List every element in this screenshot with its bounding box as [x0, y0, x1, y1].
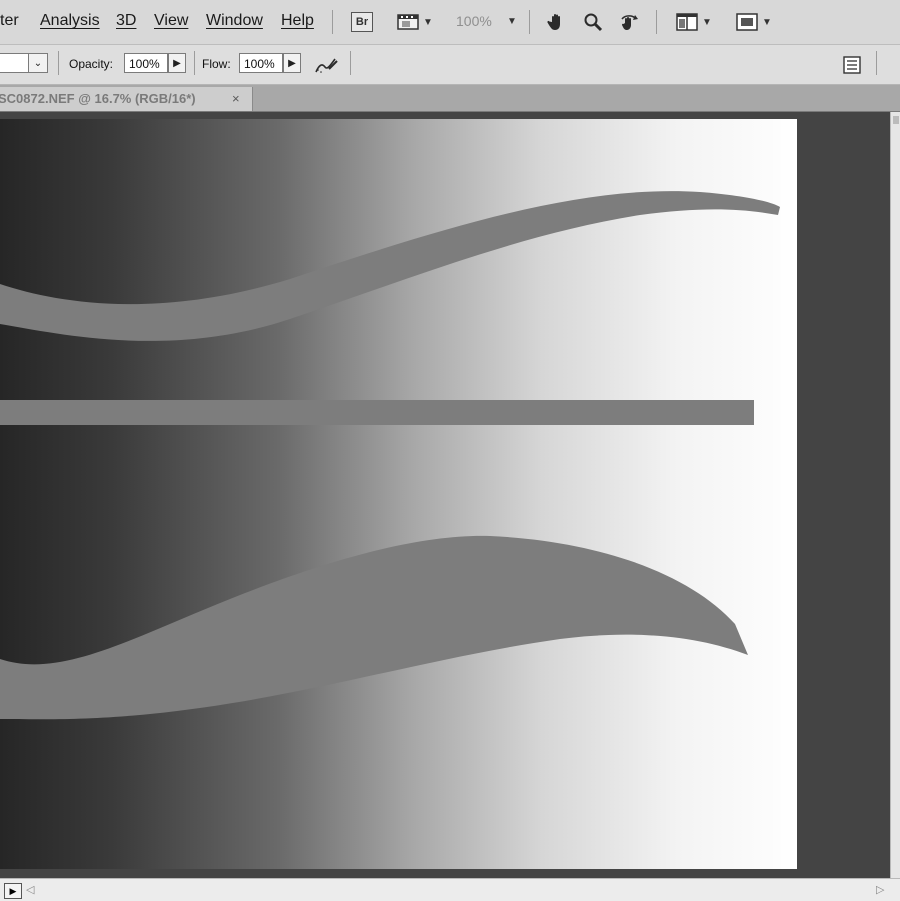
screen-mode-icon [736, 13, 758, 31]
hand-icon [547, 14, 560, 30]
screen-mode-button[interactable]: ▼ [732, 10, 776, 34]
triangle-right-icon: ▶ [9, 885, 17, 896]
chevron-down-icon: ▼ [702, 16, 712, 28]
rotate-view-button[interactable] [618, 10, 640, 34]
toolbar-separator [529, 10, 530, 34]
menu-bar: ter Analysis 3D View Window Help Br ▼ 10… [0, 0, 900, 45]
scroll-left-arrow[interactable]: ◁ [26, 883, 34, 896]
view-extras-button[interactable]: ▼ [394, 10, 436, 34]
menu-filter[interactable]: ter [0, 12, 19, 30]
horizontal-scrollbar[interactable]: ▶ ◁ ▷ [0, 878, 900, 901]
gradient-background [0, 119, 797, 869]
menu-3d[interactable]: 3D [116, 12, 136, 30]
document-tab-bar: SC0872.NEF @ 16.7% (RGB/16*) × [0, 85, 900, 112]
scroll-right-arrow[interactable]: ▷ [876, 883, 884, 896]
scroll-up-arrow[interactable] [893, 116, 899, 124]
options-separator [194, 51, 195, 75]
rotate-hand-icon [621, 15, 638, 30]
options-separator [876, 51, 877, 75]
workspace [0, 112, 890, 878]
options-separator [350, 51, 351, 75]
document-canvas[interactable] [0, 119, 797, 869]
menu-window[interactable]: Window [206, 12, 263, 30]
chevron-down-icon: ⌄ [33, 57, 43, 69]
menu-view[interactable]: View [154, 12, 188, 30]
opacity-label: Opacity: [69, 57, 114, 71]
film-strip-icon [397, 14, 419, 30]
chevron-down-icon: ▼ [423, 16, 433, 28]
toolbar-separator [332, 10, 333, 34]
brush-panel-button[interactable] [840, 53, 864, 77]
hand-tool-button[interactable] [546, 10, 568, 34]
chevron-down-icon: ▼ [762, 16, 772, 28]
options-bar: ⌄ Opacity: 100% ▶ Flow: 100% ▶ [0, 45, 900, 85]
document-title: SC0872.NEF @ 16.7% (RGB/16*) [0, 91, 196, 106]
flow-slider-button[interactable]: ▶ [283, 53, 301, 73]
arrange-documents-button[interactable]: ▼ [672, 10, 716, 34]
status-menu-button[interactable]: ▶ [4, 883, 22, 899]
triangle-right-icon: ▶ [173, 57, 181, 69]
magnifier-icon [584, 13, 603, 32]
mode-dropdown-button[interactable]: ⌄ [28, 53, 48, 73]
flow-field[interactable]: 100% [239, 53, 283, 73]
arrange-layout-icon [676, 13, 698, 31]
bridge-icon: Br [351, 12, 373, 32]
triangle-right-icon: ▶ [288, 57, 296, 69]
close-icon[interactable]: × [232, 87, 240, 111]
mode-select[interactable] [0, 53, 30, 73]
opacity-slider-button[interactable]: ▶ [168, 53, 186, 73]
chevron-down-icon[interactable]: ▼ [507, 16, 517, 27]
flow-label: Flow: [202, 57, 231, 71]
launch-bridge-button[interactable]: Br [350, 10, 374, 34]
options-separator [58, 51, 59, 75]
airbrush-toggle-button[interactable] [312, 53, 340, 77]
zoom-tool-button[interactable] [582, 10, 604, 34]
vertical-scrollbar[interactable] [890, 112, 900, 878]
menu-analysis[interactable]: Analysis [40, 12, 100, 30]
zoom-level[interactable]: 100% [456, 13, 492, 29]
airbrush-icon [315, 58, 338, 73]
menu-help[interactable]: Help [281, 12, 314, 30]
document-tab[interactable]: SC0872.NEF @ 16.7% (RGB/16*) × [0, 87, 253, 111]
panel-list-icon [843, 56, 861, 74]
opacity-field[interactable]: 100% [124, 53, 168, 73]
brush-stroke-straight [0, 400, 754, 425]
toolbar-separator [656, 10, 657, 34]
